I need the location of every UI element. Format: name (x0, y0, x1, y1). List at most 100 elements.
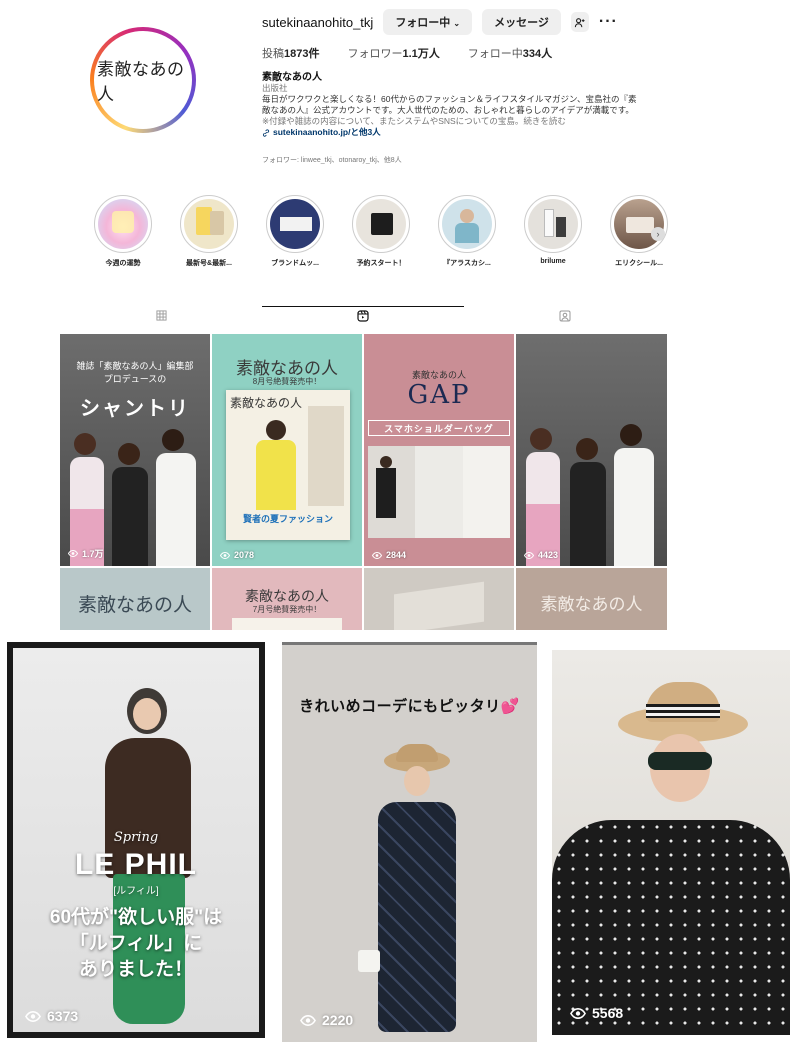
followers-value: 1.1万人 (402, 48, 440, 60)
play-count-icon (25, 1010, 41, 1022)
highlight-cover (442, 199, 492, 249)
view-count: 4423 (524, 550, 558, 560)
highlight-item[interactable]: 今週の運勢 (80, 195, 166, 268)
reel-caption: 雑誌「素敵なあの人」編集部 プロデュースの (60, 360, 210, 386)
reel-tile[interactable]: 素敵なあの人 (60, 568, 210, 630)
following-stat[interactable]: フォロー中334人 (468, 45, 552, 61)
reel-tile[interactable]: 素敵なあの人 8月号絶賛発売中！ 素敵なあの人 賢者の夏ファッション 2078 (212, 334, 362, 566)
view-count: 2220 (300, 1012, 353, 1028)
reel-subcaption: 7月号絶賛発売中！ (252, 605, 322, 614)
photo-bag-1 (415, 446, 463, 538)
highlight-label: 予約スタート！ (356, 260, 406, 267)
posts-stat: 投稿1873件 (262, 45, 319, 61)
reel-script-text: Spring (113, 830, 159, 845)
highlight-label: ブランドムッ... (271, 260, 319, 267)
view-count: 2844 (372, 550, 406, 560)
following-label: フォロー中 (467, 48, 523, 60)
reel-tile[interactable]: 雑誌「素敵なあの人」編集部 プロデュースの シャントリ 1.7万 (60, 334, 210, 566)
highlight-graphic (556, 217, 566, 237)
person-head (118, 443, 140, 465)
following-button[interactable]: フォロー中 ⌄ (383, 9, 473, 35)
avatar-logo-text: 素敵なあの人 (97, 60, 185, 105)
posts-value: 1873件 (284, 48, 320, 60)
profile-bio: 素敵なあの人 出版社 毎日がワクワクと楽しくなる！60代からのファッション＆ライ… (262, 72, 682, 138)
highlight-graphic (112, 211, 134, 233)
tote-bag-graphic (371, 213, 393, 235)
reel-headline: シャントリ (80, 398, 190, 420)
highlights-next-icon[interactable]: › (651, 227, 665, 241)
grid-icon (155, 310, 167, 321)
cover-logo: 素敵なあの人 (230, 396, 303, 410)
view-count-value: 5568 (592, 1005, 624, 1021)
view-count-value: 6373 (47, 1008, 79, 1024)
reels-grid: 雑誌「素敵なあの人」編集部 プロデュースの シャントリ 1.7万 素敵なあの人 … (60, 334, 667, 630)
tab-reels[interactable] (262, 306, 464, 332)
highlight-label: 今週の運勢 (105, 260, 141, 267)
view-count-value: 2078 (234, 550, 255, 560)
person-body (570, 462, 606, 566)
view-count: 5568 (570, 1005, 623, 1021)
highlight-item[interactable]: 『アラスカシ... (424, 195, 510, 268)
highlight-cover (356, 199, 406, 249)
model-sunglasses (648, 752, 712, 770)
add-person-icon[interactable] (570, 12, 589, 32)
highlight-item[interactable]: brilume (510, 195, 596, 268)
highlight-item[interactable]: 最新号&最新... (166, 195, 252, 268)
reel-preview[interactable]: Spring LE PHIL [ルフィル] 60代が"欲しい服"は 「ルフィル」… (7, 642, 265, 1038)
profile-avatar[interactable]: 素敵なあの人 (90, 27, 196, 133)
profile-tabs (60, 306, 666, 332)
reel-tile[interactable]: 素敵なあの人 (516, 568, 667, 630)
message-button[interactable]: メッセージ (482, 9, 561, 35)
username-row: sutekinaanohito_tkj フォロー中 ⌄ メッセージ ··· (262, 9, 618, 35)
avatar-inner: 素敵なあの人 (94, 31, 192, 129)
heart-emoji-icon: 💕 (500, 698, 520, 715)
reel-people-graphic (526, 424, 656, 566)
highlight-graphic (544, 209, 554, 237)
highlight-ring (266, 195, 324, 253)
following-button-label: フォロー中 (395, 17, 451, 29)
model-hat-band (646, 704, 720, 718)
model-dress (378, 802, 456, 1032)
profile-username: sutekinaanohito_tkj (262, 14, 374, 30)
reel-people-graphic (70, 429, 200, 566)
person-head (162, 429, 184, 451)
reel-tile[interactable]: 素敵なあの人 GAP スマホショルダーバッグ 2844 (364, 334, 514, 566)
model-face (133, 698, 161, 730)
tab-posts[interactable] (60, 306, 262, 332)
highlight-cover (614, 199, 664, 249)
followers-label: フォロワー (347, 48, 403, 60)
reel-preview[interactable]: きれいめコーデにもピッタリ💕 2220 (282, 642, 537, 1042)
reel-headline: GAP (407, 380, 471, 410)
reel-tile[interactable]: 素敵なあの人 7月号絶賛発売中！ (212, 568, 362, 630)
magazine-cover (232, 618, 342, 630)
model-figure (358, 744, 472, 1040)
bio-line-1: 毎日がワクワクと楽しくなる！60代からのファッション＆ライフスタイルマガジン、宝… (262, 94, 637, 104)
tab-tagged[interactable] (464, 306, 666, 332)
highlight-graphic (280, 217, 312, 231)
model-hat-crown (396, 744, 438, 762)
highlight-graphic (460, 209, 474, 223)
reel-preview[interactable]: 5568 (552, 650, 790, 1035)
model-face (404, 766, 430, 796)
followers-stat[interactable]: フォロワー1.1万人 (347, 45, 439, 61)
profile-header: 素敵なあの人 sutekinaanohito_tkj フォロー中 ⌄ メッセージ… (0, 0, 794, 180)
reel-subcaption: 8月号絶賛発売中！ (252, 377, 322, 386)
view-count-value: 2220 (322, 1012, 354, 1028)
bio-category: 出版社 (262, 83, 288, 93)
reel-tile[interactable]: 4423 (516, 334, 667, 566)
more-options-icon[interactable]: ··· (599, 14, 618, 30)
bio-line-3[interactable]: ※付録や雑誌の内容について、またシステムやSNSについての宝島。続きを読む (262, 116, 682, 127)
view-count: 2078 (220, 550, 254, 560)
highlight-ring (352, 195, 410, 253)
followed-by[interactable]: フォロワー: linwee_tkj、otonaroy_tkj、他8人 (262, 155, 402, 165)
highlight-item[interactable]: 予約スタート！ (338, 195, 424, 268)
highlight-ring (94, 195, 152, 253)
reel-tile[interactable] (364, 568, 514, 630)
link-icon (262, 128, 270, 137)
bio-link[interactable]: sutekinaanohito.jp/と他3人 (262, 127, 682, 138)
highlight-item[interactable]: エリクシール... (596, 195, 682, 268)
highlight-label: 『アラスカシ... (443, 260, 491, 267)
person-head (530, 428, 552, 450)
highlight-item[interactable]: ブランドムッ... (252, 195, 338, 268)
person-body (614, 448, 654, 566)
